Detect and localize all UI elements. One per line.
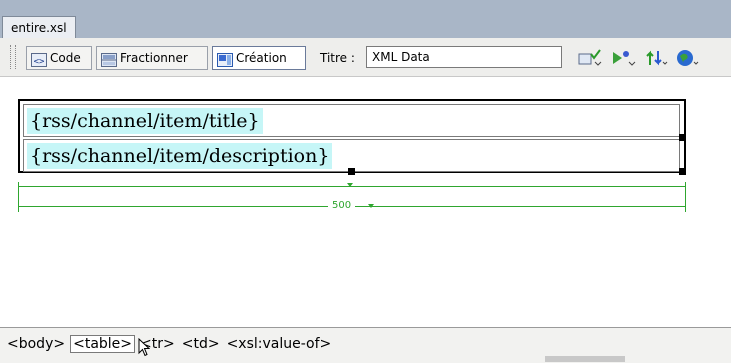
mouse-pointer-icon bbox=[138, 337, 151, 361]
data-table[interactable]: {rss/channel/item/title} {rss/channel/it… bbox=[18, 99, 686, 175]
guide-tick bbox=[18, 190, 19, 212]
table-header-menu-icon[interactable] bbox=[368, 204, 374, 208]
tag-body[interactable]: <body> bbox=[5, 336, 67, 352]
file-management-icon[interactable] bbox=[643, 48, 669, 68]
preview-debug-icon[interactable] bbox=[610, 48, 636, 68]
split-view-label: Fractionner bbox=[120, 51, 188, 65]
code-view-icon: <> bbox=[31, 51, 47, 67]
table-width-guide: 500 bbox=[18, 180, 686, 216]
title-label: Titre : bbox=[320, 51, 355, 65]
design-view-label: Création bbox=[236, 51, 287, 65]
guide-tick bbox=[685, 190, 686, 212]
split-view-button[interactable]: Fractionner bbox=[96, 46, 208, 70]
resize-handle[interactable] bbox=[348, 168, 355, 175]
document-tab-bar bbox=[0, 0, 731, 38]
table-cell-title[interactable]: {rss/channel/item/title} bbox=[23, 104, 680, 137]
tag-td[interactable]: <td> bbox=[180, 336, 222, 352]
column-header-menu-icon[interactable] bbox=[347, 183, 353, 187]
toolbar-grip[interactable] bbox=[10, 45, 16, 69]
resize-handle[interactable] bbox=[679, 168, 686, 175]
table-width-label: 500 bbox=[328, 200, 356, 212]
document-tab[interactable]: entire.xsl bbox=[2, 16, 76, 39]
design-view-icon bbox=[217, 51, 233, 67]
code-view-label: Code bbox=[50, 51, 81, 65]
design-view-button[interactable]: Création bbox=[212, 46, 306, 70]
tag-selector: <body> <table> <tr> <td> <xsl:value-of> bbox=[5, 333, 336, 355]
xsl-value-title[interactable]: {rss/channel/item/title} bbox=[27, 108, 263, 134]
title-input[interactable] bbox=[366, 46, 562, 68]
split-view-icon bbox=[101, 51, 117, 67]
resize-handle[interactable] bbox=[679, 134, 686, 141]
browser-check-icon[interactable] bbox=[674, 48, 700, 68]
svg-text:<>: <> bbox=[34, 57, 45, 67]
validate-markup-icon[interactable] bbox=[577, 48, 603, 68]
code-view-button[interactable]: <> Code bbox=[26, 46, 92, 70]
xsl-value-description[interactable]: {rss/channel/item/description} bbox=[27, 143, 333, 169]
tag-table[interactable]: <table> bbox=[70, 335, 136, 353]
window-edge bbox=[545, 356, 625, 362]
tag-xsl-value-of[interactable]: <xsl:value-of> bbox=[225, 336, 334, 352]
